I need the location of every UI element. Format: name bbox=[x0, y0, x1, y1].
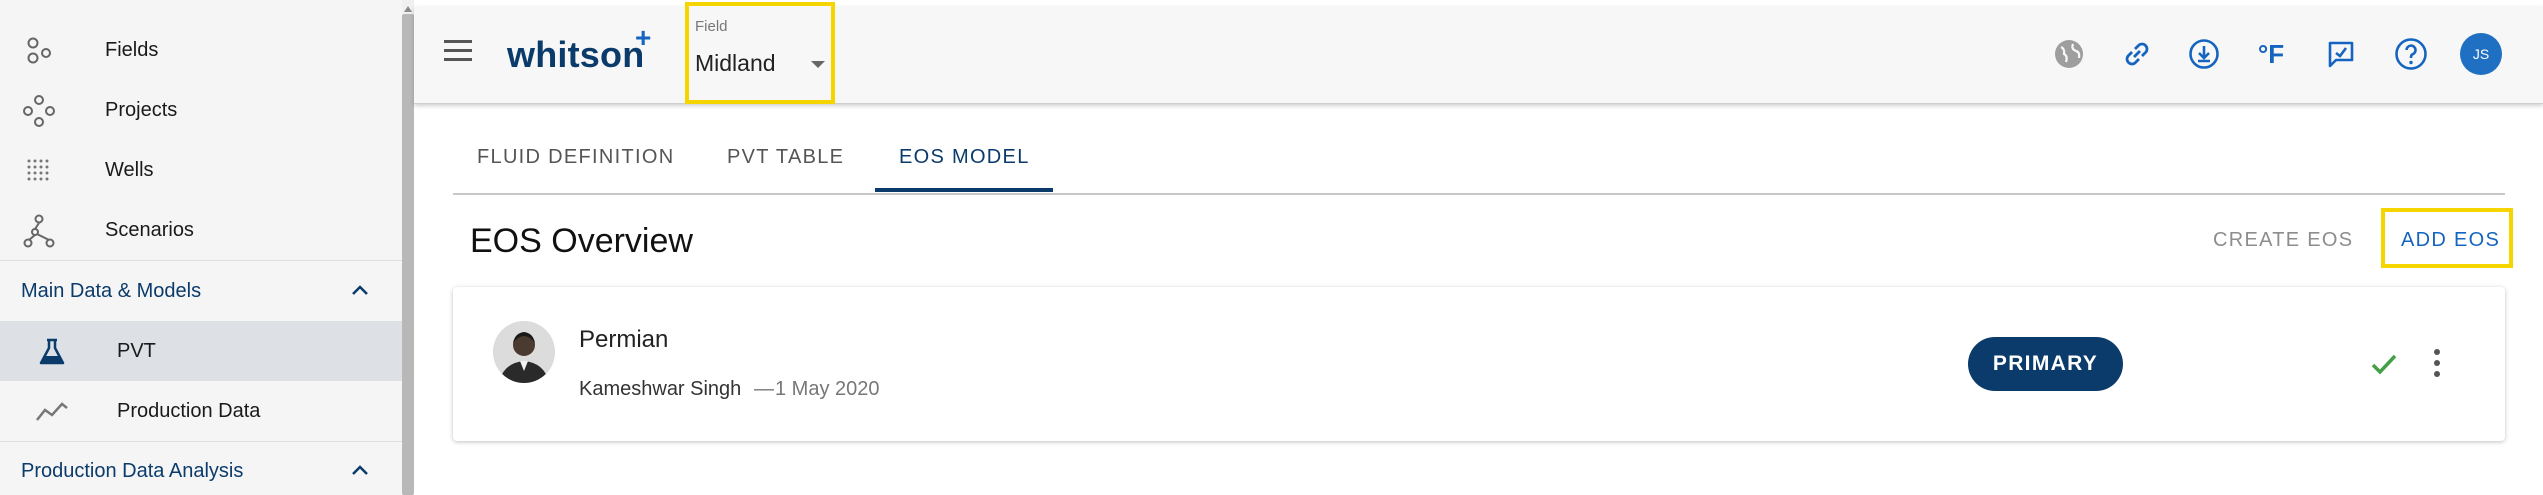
tab-divider bbox=[453, 193, 2505, 195]
download-icon[interactable] bbox=[2187, 37, 2221, 71]
eos-separator: — bbox=[754, 378, 774, 400]
trend-icon bbox=[35, 395, 69, 429]
sidebar-section-production-data-analysis[interactable]: Production Data Analysis bbox=[0, 441, 402, 495]
chevron-up-icon[interactable] bbox=[348, 459, 372, 483]
sidebar-scrollbar-thumb[interactable] bbox=[402, 14, 414, 495]
page-title: EOS Overview bbox=[470, 222, 693, 260]
create-eos-button[interactable]: CREATE EOS bbox=[2213, 229, 2353, 252]
brand-logo[interactable]: whitson bbox=[507, 34, 644, 76]
sidebar-item-pvt[interactable]: PVT bbox=[0, 321, 402, 381]
menu-icon[interactable] bbox=[444, 40, 474, 62]
chevron-up-icon[interactable] bbox=[348, 279, 372, 303]
sidebar-item-production-data[interactable]: Production Data bbox=[0, 381, 402, 441]
tab-eos-model[interactable]: EOS MODEL bbox=[899, 146, 1030, 169]
sidebar-item-projects[interactable]: Projects bbox=[0, 80, 402, 140]
sidebar-section-main-data-models[interactable]: Main Data & Models bbox=[0, 261, 402, 321]
app-window: Fields Projects Wells Scenarios Main Dat… bbox=[0, 0, 2543, 495]
scroll-up-arrow-icon[interactable] bbox=[404, 6, 412, 12]
dropdown-arrow-icon[interactable] bbox=[811, 61, 825, 68]
sidebar-item-label: Scenarios bbox=[105, 218, 194, 241]
sidebar-item-label: Projects bbox=[105, 98, 178, 121]
projects-icon bbox=[22, 94, 56, 128]
sidebar-item-label: Production Data bbox=[117, 399, 261, 422]
sidebar-item-fields[interactable]: Fields bbox=[0, 20, 402, 80]
sidebar-item-label: PVT bbox=[117, 339, 156, 362]
sidebar-item-label: Wells bbox=[105, 158, 154, 181]
link-icon[interactable] bbox=[2120, 37, 2154, 71]
tab-pvt-table[interactable]: PVT TABLE bbox=[727, 146, 844, 169]
field-select-value[interactable]: Midland bbox=[695, 50, 776, 77]
sidebar-item-label: Fields bbox=[105, 38, 159, 61]
wells-icon bbox=[22, 154, 56, 188]
sidebar-section-label: Production Data Analysis bbox=[21, 459, 244, 482]
sidebar-section-label: Main Data & Models bbox=[21, 279, 202, 302]
author-avatar bbox=[493, 321, 555, 383]
add-eos-button[interactable]: ADD EOS bbox=[2401, 229, 2500, 252]
primary-badge[interactable]: PRIMARY bbox=[1968, 337, 2123, 391]
tab-active-indicator bbox=[875, 188, 1053, 192]
eos-date: 1 May 2020 bbox=[775, 378, 880, 400]
sidebar: Fields Projects Wells Scenarios Main Dat… bbox=[0, 0, 402, 495]
field-select-caption: Field bbox=[695, 18, 728, 35]
feedback-icon[interactable] bbox=[2324, 37, 2358, 71]
sidebar-item-wells[interactable]: Wells bbox=[0, 140, 402, 200]
globe-icon[interactable] bbox=[2052, 37, 2086, 71]
fields-icon bbox=[22, 34, 56, 68]
eos-card[interactable] bbox=[453, 287, 2505, 441]
more-options-icon[interactable] bbox=[2425, 346, 2449, 380]
user-avatar[interactable]: JS bbox=[2460, 33, 2502, 75]
eos-author: Kameshwar Singh bbox=[579, 378, 742, 400]
flask-icon bbox=[35, 335, 69, 369]
brand-plus: + bbox=[635, 22, 652, 53]
fahrenheit-icon[interactable]: °F bbox=[2254, 37, 2288, 71]
eos-name: Permian bbox=[579, 326, 669, 353]
tab-fluid-definition[interactable]: FLUID DEFINITION bbox=[477, 146, 674, 169]
check-icon bbox=[2368, 348, 2400, 380]
scenarios-icon bbox=[22, 214, 56, 248]
sidebar-item-scenarios[interactable]: Scenarios bbox=[0, 200, 402, 260]
help-icon[interactable] bbox=[2394, 37, 2428, 71]
